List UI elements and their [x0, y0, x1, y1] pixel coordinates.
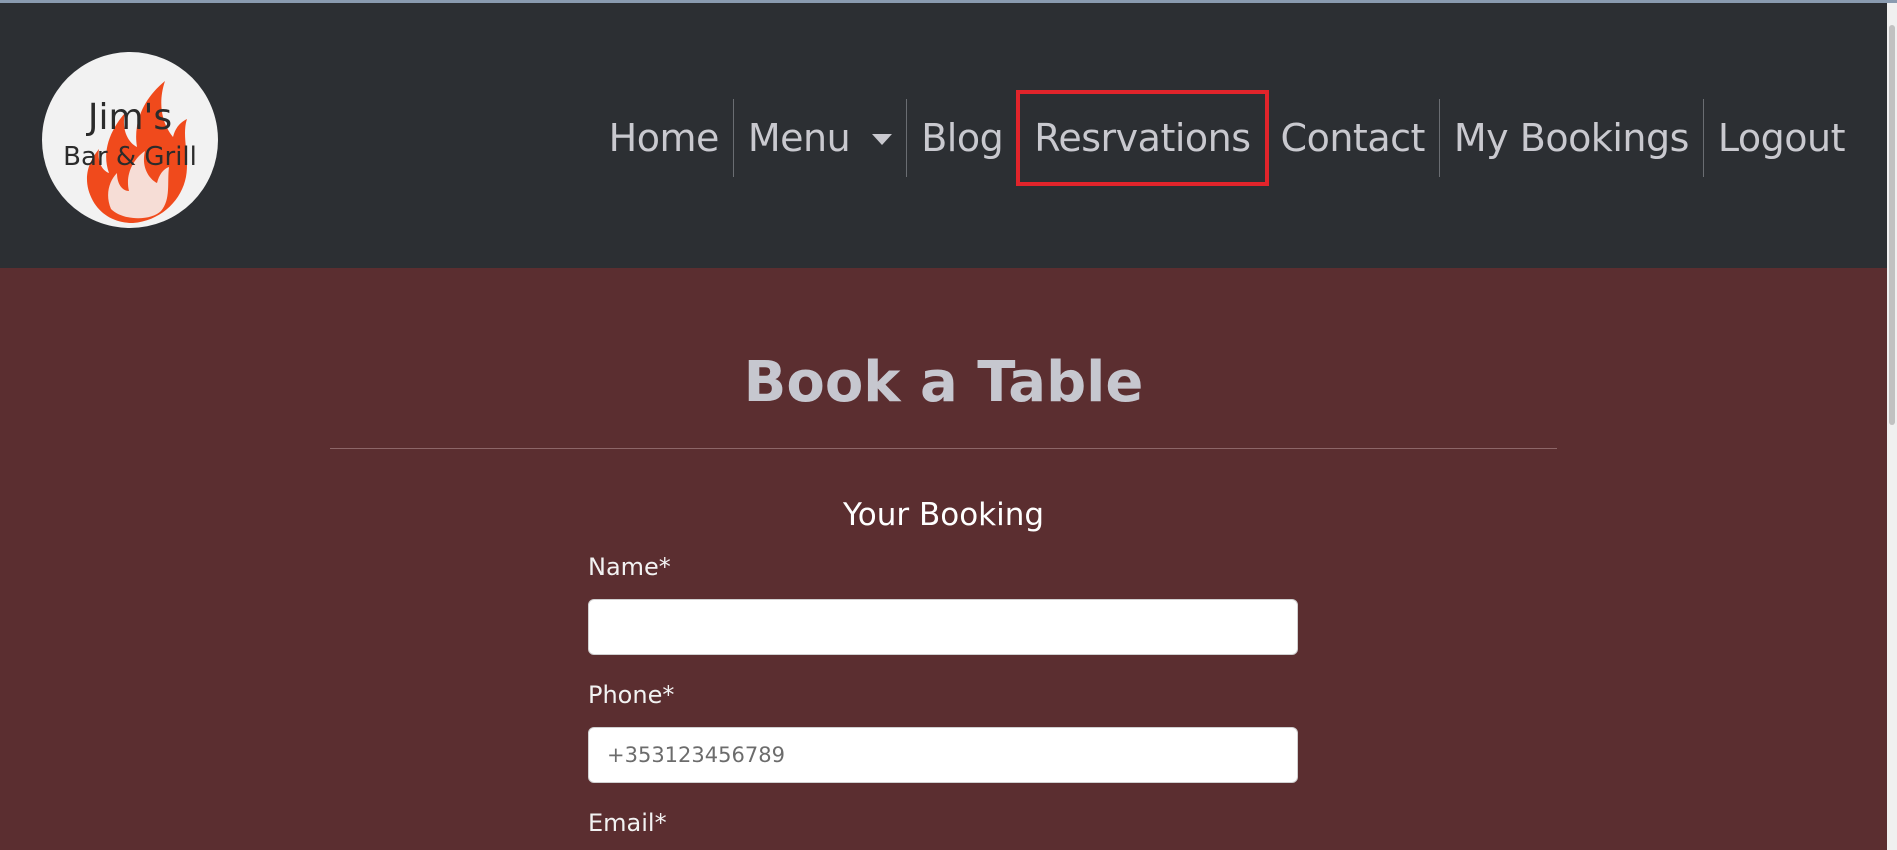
name-label: Name*: [588, 553, 671, 581]
form-title: Your Booking: [842, 497, 1045, 533]
name-input[interactable]: [588, 599, 1298, 655]
nav-logout-label: Logout: [1717, 116, 1846, 160]
nav-blog[interactable]: Blog: [907, 99, 1017, 177]
nav-contact[interactable]: Contact: [1267, 99, 1439, 177]
nav-reservations-label: Resrvations: [1034, 116, 1251, 160]
scrollbar[interactable]: [1887, 3, 1897, 850]
nav-home-label: Home: [608, 116, 720, 160]
flame-logo-icon: Jim's Bar & Grill: [42, 52, 218, 228]
phone-input[interactable]: [588, 727, 1298, 783]
nav-divider: [1017, 99, 1019, 177]
nav-my-bookings-label: My Bookings: [1453, 116, 1690, 160]
page: Jim's Bar & Grill Home Menu Blog Resrvat…: [0, 0, 1897, 850]
brand-logo[interactable]: Jim's Bar & Grill: [41, 51, 219, 229]
nav-logout[interactable]: Logout: [1704, 99, 1859, 177]
navbar: Jim's Bar & Grill Home Menu Blog Resrvat…: [0, 3, 1897, 268]
logo-text-line2: Bar & Grill: [63, 142, 197, 172]
scrollbar-thumb[interactable]: [1889, 25, 1895, 425]
nav-menu-label: Menu: [747, 116, 851, 160]
nav-blog-label: Blog: [921, 116, 1004, 160]
nav-menu-dropdown[interactable]: Menu: [734, 99, 906, 177]
nav-contact-label: Contact: [1280, 116, 1426, 160]
page-title: Book a Table: [743, 350, 1144, 415]
nav-reservations[interactable]: Resrvations: [1016, 90, 1269, 186]
title-divider: [330, 448, 1557, 449]
main-nav: Home Menu Blog Resrvations Contact My Bo…: [595, 90, 1859, 186]
nav-my-bookings[interactable]: My Bookings: [1440, 99, 1703, 177]
phone-label: Phone*: [588, 681, 675, 709]
email-label: Email*: [588, 809, 667, 837]
nav-home[interactable]: Home: [595, 99, 733, 177]
caret-down-icon: [872, 133, 893, 145]
logo-text-line1: Jim's: [86, 97, 172, 138]
